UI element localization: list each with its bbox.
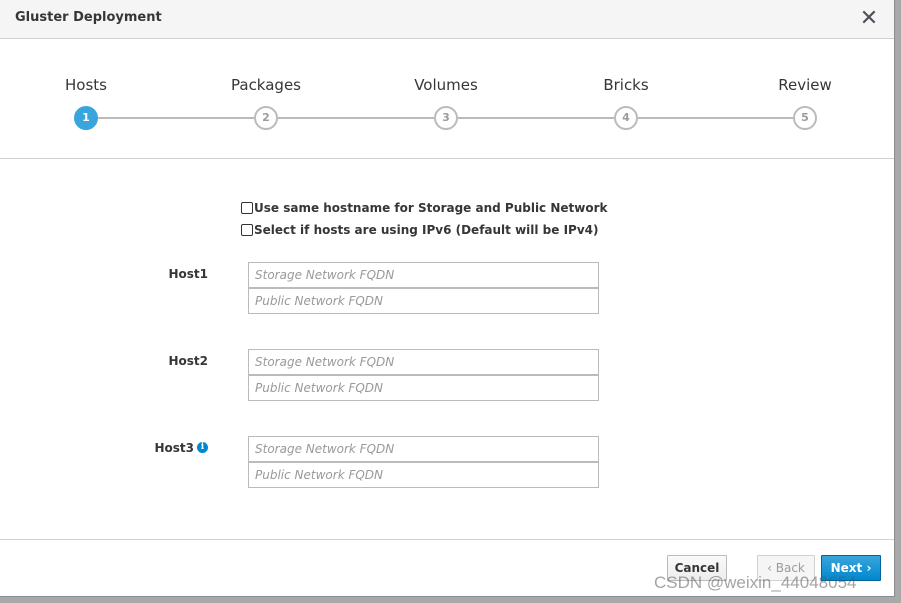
- wizard-step-bricks[interactable]: Bricks 4: [566, 40, 686, 159]
- host3-label: Host3: [154, 441, 194, 455]
- wizard-steps: Hosts 1 Packages 2 Volumes 3 Bricks 4 Re…: [0, 40, 894, 159]
- step-number-badge: 3: [434, 106, 458, 130]
- step-number-badge: 4: [614, 106, 638, 130]
- step-label: Packages: [231, 76, 301, 94]
- step-number-badge: 2: [254, 106, 278, 130]
- close-icon[interactable]: ✕: [858, 6, 880, 30]
- host1-storage-fqdn-input[interactable]: [248, 262, 599, 288]
- same-hostname-option[interactable]: Use same hostname for Storage and Public…: [241, 201, 608, 215]
- info-icon[interactable]: i: [197, 442, 208, 453]
- host3-public-fqdn-input[interactable]: [248, 462, 599, 488]
- back-button[interactable]: ‹ Back: [757, 555, 815, 581]
- wizard-step-packages[interactable]: Packages 2: [206, 40, 326, 159]
- dialog-title: Gluster Deployment: [15, 10, 162, 25]
- step-label: Volumes: [414, 76, 478, 94]
- same-hostname-label: Use same hostname for Storage and Public…: [254, 201, 608, 215]
- dialog-header: Gluster Deployment ✕: [0, 0, 894, 39]
- ipv6-checkbox[interactable]: [241, 224, 253, 236]
- gluster-deployment-dialog: Gluster Deployment ✕ Hosts 1 Packages 2 …: [0, 0, 895, 597]
- host2-storage-fqdn-input[interactable]: [248, 349, 599, 375]
- host2-public-fqdn-input[interactable]: [248, 375, 599, 401]
- dialog-footer: Cancel ‹ Back Next ›: [0, 539, 894, 596]
- ipv6-option[interactable]: Select if hosts are using IPv6 (Default …: [241, 223, 599, 237]
- wizard-step-hosts[interactable]: Hosts 1: [26, 40, 146, 159]
- same-hostname-checkbox[interactable]: [241, 202, 253, 214]
- next-button[interactable]: Next ›: [821, 555, 881, 581]
- host1-public-fqdn-input[interactable]: [248, 288, 599, 314]
- step-number-badge: 5: [793, 106, 817, 130]
- step-label: Review: [778, 76, 832, 94]
- host3-label-row: Host3 i: [108, 441, 208, 455]
- host3-storage-fqdn-input[interactable]: [248, 436, 599, 462]
- ipv6-label: Select if hosts are using IPv6 (Default …: [254, 223, 599, 237]
- cancel-button[interactable]: Cancel: [667, 555, 727, 581]
- step-label: Bricks: [603, 76, 649, 94]
- step-label: Hosts: [65, 76, 107, 94]
- host1-label: Host1: [168, 267, 208, 281]
- wizard-step-volumes[interactable]: Volumes 3: [386, 40, 506, 159]
- wizard-step-review[interactable]: Review 5: [745, 40, 865, 159]
- step-number-badge: 1: [74, 106, 98, 130]
- hosts-form: Use same hostname for Storage and Public…: [0, 160, 894, 538]
- host2-label: Host2: [168, 354, 208, 368]
